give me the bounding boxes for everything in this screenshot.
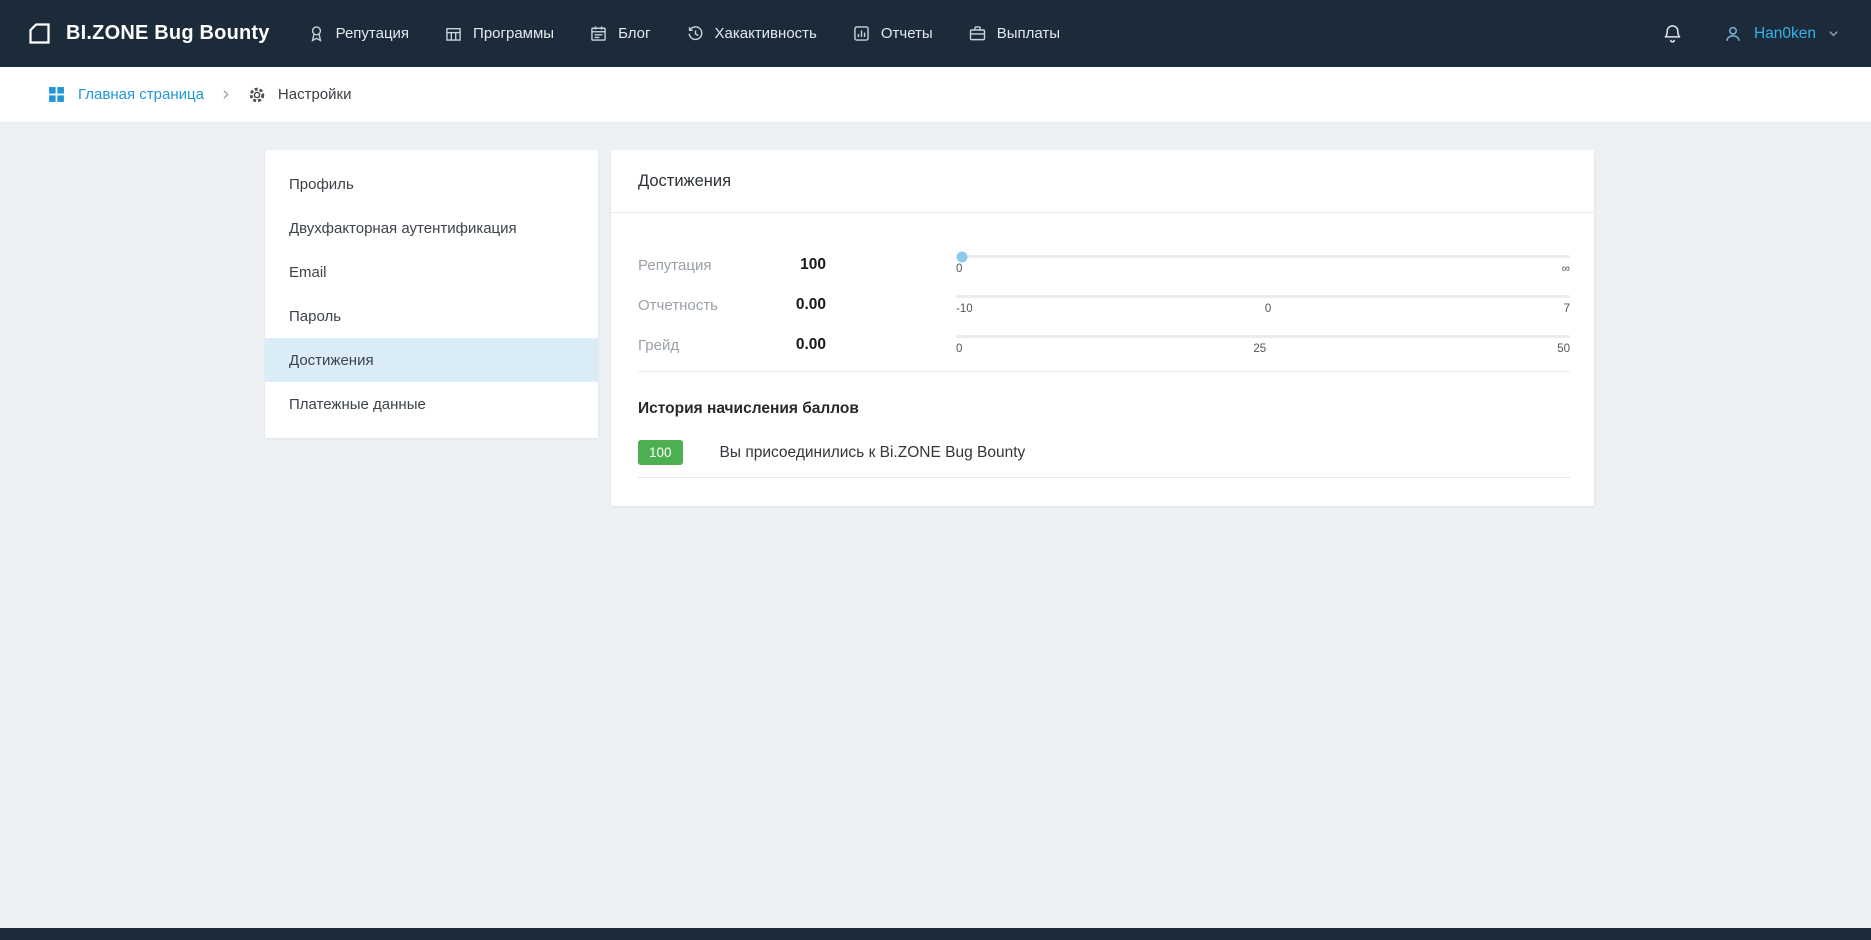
settings-menu-item-payment-details[interactable]: Платежные данные [265, 382, 598, 426]
metric-value: 0.00 [768, 296, 826, 314]
breadcrumb-current: Настройки [247, 85, 352, 105]
slider-scale: -10 0 7 [956, 303, 1570, 315]
metric-value: 0.00 [768, 336, 826, 354]
settings-menu-item-email[interactable]: Email [265, 250, 598, 294]
breadcrumb-separator-icon [219, 88, 232, 101]
chevron-down-icon [1826, 26, 1841, 41]
metric-label: Отчетность [638, 297, 768, 314]
nav-label: Блог [618, 25, 650, 42]
nav-label: Программы [473, 25, 554, 42]
settings-menu-item-achievements[interactable]: Достижения [265, 338, 598, 382]
metric-slider: 0 ∞ [956, 255, 1570, 275]
panel-title: Достижения [611, 150, 1594, 213]
nav-label: Хакактивность [715, 25, 817, 42]
slider-track [956, 255, 1570, 258]
breadcrumb-home-link[interactable]: Главная страница [46, 84, 204, 105]
medal-icon [306, 23, 327, 44]
bell-icon [1661, 22, 1684, 45]
scale-mid: 25 [1253, 343, 1266, 355]
metric-row-reputation: Репутация 100 0 ∞ [638, 245, 1570, 285]
nav-item-hackactivity[interactable]: Хакактивность [685, 23, 817, 44]
brand-home-link[interactable]: BI.ZONE Bug Bounty [26, 20, 270, 47]
nav-label: Отчеты [881, 25, 933, 42]
history-clock-icon [685, 23, 706, 44]
scale-max: 7 [1564, 303, 1570, 315]
points-badge: 100 [638, 440, 683, 465]
nav-item-reputation[interactable]: Репутация [306, 23, 409, 44]
breadcrumb-current-label: Настройки [278, 86, 352, 103]
scale-max: ∞ [1562, 263, 1570, 275]
nav-label: Выплаты [997, 25, 1060, 42]
nav-item-programs[interactable]: Программы [443, 23, 554, 44]
nav-item-payouts[interactable]: Выплаты [967, 23, 1060, 44]
user-icon [1722, 23, 1744, 45]
slider-track [956, 335, 1570, 338]
gear-icon [247, 85, 267, 105]
slider-handle [957, 251, 968, 262]
bizone-logo-icon [26, 20, 53, 47]
scale-min: -10 [956, 303, 973, 315]
settings-menu-item-password[interactable]: Пароль [265, 294, 598, 338]
achievements-panel: Достижения Репутация 100 0 ∞ [611, 150, 1594, 506]
building-icon [443, 23, 464, 44]
main-navigation: Репутация Программы [306, 23, 1060, 44]
footer-strip [0, 928, 1871, 940]
settings-menu-item-2fa[interactable]: Двухфакторная аутентификация [265, 206, 598, 250]
nav-label: Репутация [336, 25, 409, 42]
history-entry-text: Вы присоединились к Bi.ZONE Bug Bounty [720, 444, 1026, 462]
slider-scale: 0 ∞ [956, 263, 1570, 275]
briefcase-icon [967, 23, 988, 44]
scale-max: 50 [1557, 343, 1570, 355]
metric-row-accuracy: Отчетность 0.00 -10 0 7 [638, 285, 1570, 325]
metric-label: Репутация [638, 257, 768, 274]
slider-track [956, 295, 1570, 298]
brand-name: BI.ZONE Bug Bounty [66, 22, 270, 45]
slider-scale: 0 25 50 [956, 343, 1570, 355]
history-title: История начисления баллов [638, 400, 1570, 418]
breadcrumb-home-label: Главная страница [78, 86, 204, 103]
settings-menu-item-profile[interactable]: Профиль [265, 162, 598, 206]
metric-slider: -10 0 7 [956, 295, 1570, 315]
metric-value: 100 [768, 256, 826, 274]
history-entry: 100 Вы присоединились к Bi.ZONE Bug Boun… [638, 440, 1570, 478]
user-menu[interactable]: Han0ken [1722, 23, 1841, 45]
settings-menu: Профиль Двухфакторная аутентификация Ema… [265, 150, 598, 438]
bar-chart-icon [851, 23, 872, 44]
top-navbar: BI.ZONE Bug Bounty Репутация Программы [0, 0, 1871, 67]
home-grid-icon [46, 84, 67, 105]
calendar-icon [588, 23, 609, 44]
metric-slider: 0 25 50 [956, 335, 1570, 355]
metric-row-grade: Грейд 0.00 0 25 50 [638, 325, 1570, 365]
section-divider [638, 371, 1570, 372]
nav-item-reports[interactable]: Отчеты [851, 23, 933, 44]
metric-label: Грейд [638, 337, 768, 354]
nav-item-blog[interactable]: Блог [588, 23, 650, 44]
breadcrumb: Главная страница Настройки [0, 67, 1871, 123]
main-content: Профиль Двухфакторная аутентификация Ema… [0, 123, 1871, 928]
scale-min: 0 [956, 263, 962, 275]
scale-min: 0 [956, 343, 962, 355]
scale-mid: 0 [1265, 303, 1271, 315]
notifications-button[interactable] [1661, 22, 1684, 45]
username: Han0ken [1754, 25, 1816, 43]
